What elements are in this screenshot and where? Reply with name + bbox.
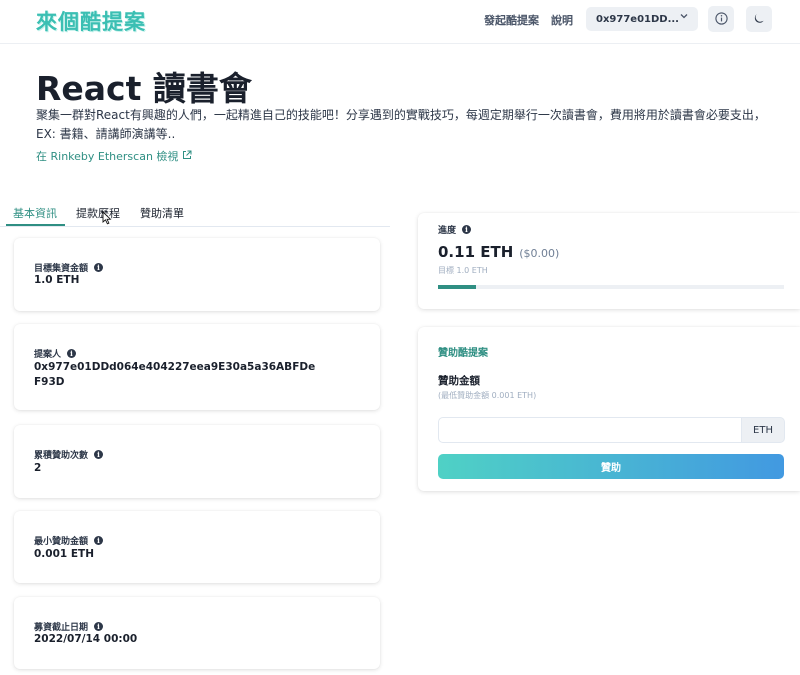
min-amount-card: 最小贊助金額 i 0.001 ETH	[14, 511, 380, 583]
progress-bar-fill	[438, 285, 477, 289]
site-logo[interactable]: 來個酷提案	[36, 6, 146, 36]
card-label: 最小贊助金額 i	[34, 534, 104, 547]
sponsor-count-card: 累積贊助次數 i 2	[14, 425, 380, 498]
etherscan-link[interactable]: 在 Rinkeby Etherscan 檢視	[36, 148, 192, 164]
min-amount-value: 0.001 ETH	[34, 548, 94, 560]
tab-withdraw-history[interactable]: 提款歷程	[76, 205, 120, 221]
tab-basic-info[interactable]: 基本資訊	[13, 205, 57, 221]
info-icon[interactable]: i	[67, 349, 77, 358]
moon-icon	[753, 10, 765, 29]
sponsor-amount-input[interactable]	[438, 417, 742, 443]
wallet-address-button[interactable]: 0x977e01DD...	[586, 7, 698, 31]
target-text: 目標 1.0 ETH	[438, 266, 488, 275]
external-link-icon	[182, 150, 192, 163]
nav-create-proposal-link[interactable]: 發起酷提案	[484, 12, 539, 28]
top-navbar: 來個酷提案 發起酷提案 說明 0x977e01DD...	[0, 0, 800, 44]
target-amount-value: 1.0 ETH	[34, 274, 80, 286]
proposer-card: 提案人 i 0x977e01DDd064e404227eea9E30a5a36A…	[14, 324, 380, 410]
raised-amount: 0.11 ETH	[438, 243, 514, 261]
progress-bar	[438, 285, 784, 289]
tab-sponsor-list[interactable]: 贊助清單	[140, 205, 184, 221]
proposer-address-line2: F93D	[34, 376, 65, 388]
info-button[interactable]	[708, 6, 734, 32]
sponsor-amount-label: 贊助金額	[438, 375, 480, 387]
proposer-label: 提案人	[34, 350, 62, 360]
card-label: 累積贊助次數 i	[34, 448, 104, 461]
info-icon[interactable]: i	[94, 450, 104, 459]
mouse-cursor-icon	[102, 210, 112, 225]
sponsor-panel: 贊助酷提案 贊助金額 (最低贊助金額 0.001 ETH) ETH 贊助	[418, 327, 800, 491]
target-amount-card: 目標集資金額 i 1.0 ETH	[14, 238, 380, 311]
proposer-address-line1: 0x977e01DDd064e404227eea9E30a5a36ABFDe	[34, 361, 316, 373]
info-icon[interactable]: i	[94, 536, 104, 545]
eth-unit-addon: ETH	[741, 417, 785, 443]
progress-label-row: 進度 i	[438, 223, 472, 236]
tab-list: 基本資訊 提款歷程 贊助清單	[0, 200, 390, 227]
project-description: 聚集一群對React有興趣的人們，一起精進自己的技能吧！分享遇到的實戰技巧，每週…	[36, 108, 766, 141]
info-icon[interactable]: i	[462, 225, 472, 234]
sponsor-count-label: 累積贊助次數	[34, 451, 89, 461]
card-label: 提案人 i	[34, 347, 77, 360]
progress-label: 進度	[438, 226, 457, 236]
min-amount-label: 最小贊助金額	[34, 537, 89, 547]
etherscan-link-label: 在 Rinkeby Etherscan 檢視	[36, 150, 179, 163]
dark-mode-toggle[interactable]	[746, 6, 772, 32]
progress-amount-row: 0.11 ETH ($0.00)	[438, 243, 559, 261]
info-circle-icon	[714, 10, 728, 29]
active-tab-indicator	[6, 224, 65, 226]
nav-help-link[interactable]: 說明	[551, 12, 573, 28]
sponsor-button[interactable]: 贊助	[438, 454, 784, 479]
deadline-card: 募資截止日期 i 2022/07/14 00:00	[14, 597, 380, 669]
sponsor-panel-title: 贊助酷提案	[438, 348, 488, 359]
wallet-address-label: 0x977e01DD...	[596, 13, 679, 25]
progress-panel: 進度 i 0.11 ETH ($0.00) 目標 1.0 ETH	[418, 213, 800, 309]
info-icon[interactable]: i	[94, 622, 104, 631]
page-title: React 讀書會	[36, 69, 252, 108]
deadline-value: 2022/07/14 00:00	[34, 633, 138, 645]
raised-fiat: ($0.00)	[519, 247, 560, 260]
sponsor-amount-hint: (最低贊助金額 0.001 ETH)	[438, 391, 537, 400]
chevron-down-icon	[680, 12, 688, 23]
info-icon[interactable]: i	[94, 263, 104, 272]
sponsor-count-value: 2	[34, 462, 42, 474]
